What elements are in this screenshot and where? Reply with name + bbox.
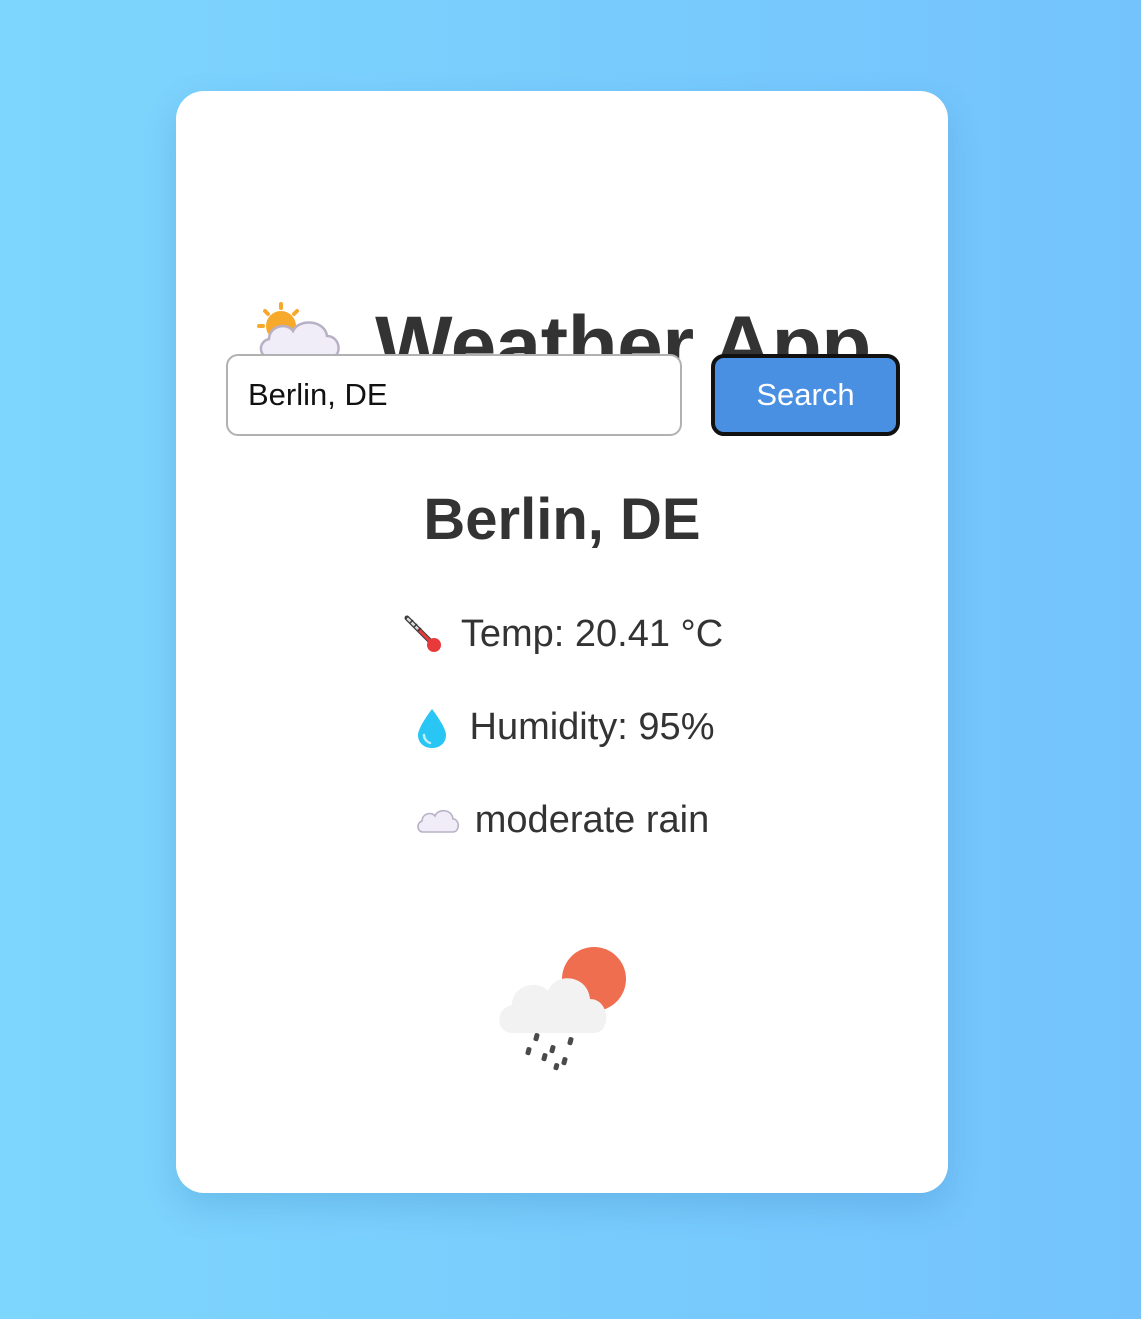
cloud-icon [416, 809, 459, 833]
thermometer-icon [404, 615, 441, 652]
rain-cloud-sun-icon [499, 947, 626, 1071]
description-row: moderate rain [176, 795, 948, 845]
search-button[interactable]: Search [711, 354, 900, 436]
temperature-text: Temp: 20.41 °C [460, 612, 724, 655]
temperature-row: Temp: 20.41 °C [176, 609, 948, 659]
weather-card: Weather App Search Berlin, DE Temp: 20.4… [176, 91, 948, 1193]
humidity-row: Humidity: 95% [176, 702, 948, 752]
humidity-text: Humidity: 95% [469, 705, 715, 748]
droplet-icon [417, 709, 446, 748]
city-name: Berlin, DE [423, 487, 701, 552]
description-text: moderate rain [474, 798, 710, 841]
city-search-input[interactable] [226, 354, 682, 436]
